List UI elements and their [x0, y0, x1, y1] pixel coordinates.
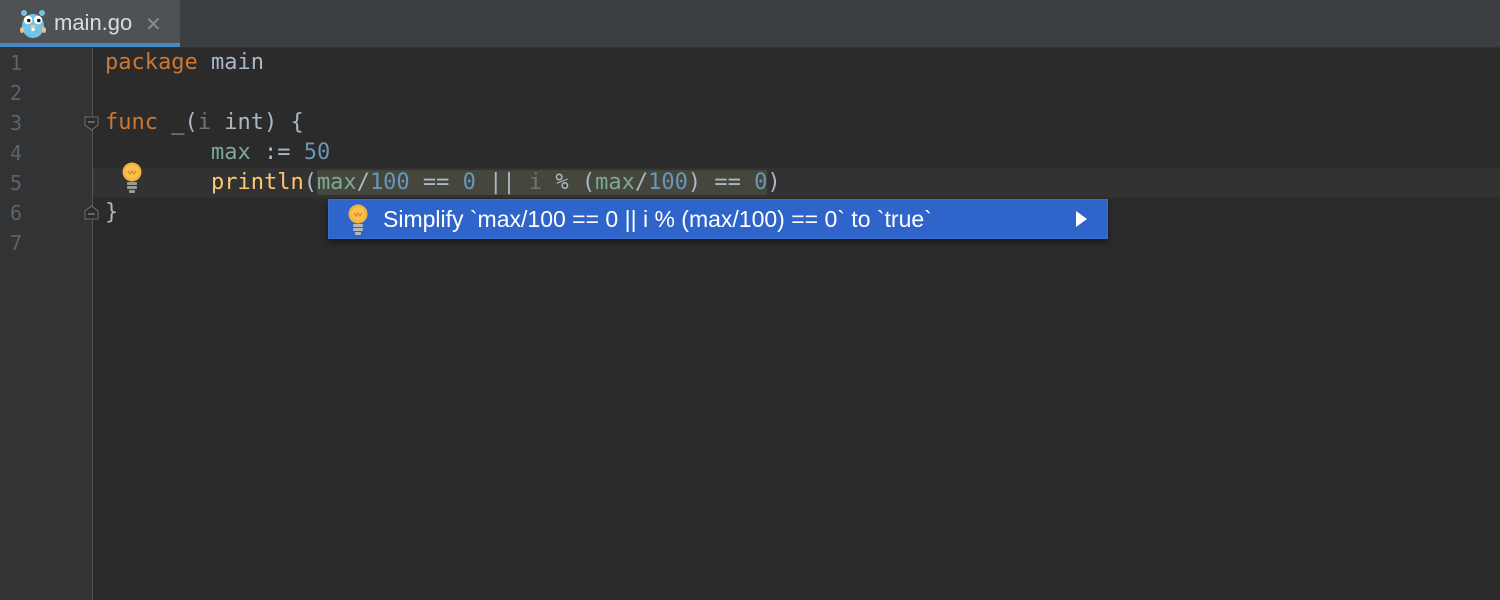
fold-end-icon[interactable]	[84, 205, 99, 220]
code-line-3[interactable]: func _(i int) {	[105, 108, 304, 138]
close-brace: }	[105, 200, 119, 225]
var-max: max	[595, 170, 635, 195]
line-number: 4	[10, 141, 23, 165]
number-literal: 0	[754, 170, 768, 195]
number-literal: 100	[369, 170, 410, 195]
line-number: 6	[10, 201, 23, 225]
line-number: 7	[10, 231, 23, 255]
highlighted-expression[interactable]: max/100 == 0 || i % (max/100) == 0	[316, 170, 768, 195]
operator: ==	[409, 170, 463, 195]
number-literal: 50	[303, 140, 331, 165]
tab-label: main.go	[54, 10, 133, 35]
lightbulb-icon	[348, 204, 368, 235]
operator: ||	[475, 170, 529, 195]
code-line-1[interactable]: package main	[105, 48, 264, 78]
close-paren: )	[767, 170, 781, 195]
keyword-func: func	[105, 110, 158, 135]
line-number: 2	[10, 81, 23, 105]
code-line-4[interactable]: max := 50	[105, 138, 330, 168]
keyword-package: package	[105, 50, 198, 75]
type-int: int	[210, 110, 264, 135]
code-line-5[interactable]: println(max/100 == 0 || i % (max/100) ==…	[105, 168, 781, 198]
operator: /	[634, 170, 649, 195]
func-println: println	[210, 170, 304, 195]
var-max: max	[210, 140, 251, 165]
open-paren: (	[303, 170, 317, 195]
operator: ) ==	[687, 170, 755, 195]
param-i: i	[197, 110, 211, 135]
line-number: 5	[10, 171, 23, 195]
editor-gutter: 1 2 3 4 5 6 7	[0, 48, 93, 600]
gopher-icon	[20, 10, 46, 38]
intention-action-item[interactable]: Simplify `max/100 == 0 || i % (max/100) …	[328, 199, 1108, 239]
number-literal: 100	[648, 170, 688, 195]
func-name: _(	[157, 110, 198, 135]
operator: /	[356, 170, 370, 195]
chevron-right-icon[interactable]	[1076, 211, 1087, 227]
param-i: i	[528, 170, 543, 195]
operator: % (	[542, 170, 596, 195]
close-icon[interactable]: ✕	[145, 11, 162, 37]
intention-label: Simplify `max/100 == 0 || i % (max/100) …	[383, 206, 932, 232]
line-number: 1	[10, 51, 23, 75]
editor-tab-bar: main.go ✕	[0, 0, 1500, 48]
open-brace: ) {	[263, 110, 304, 135]
var-max: max	[316, 170, 357, 195]
fold-collapse-icon[interactable]	[84, 116, 99, 131]
code-line-6[interactable]: }	[105, 198, 118, 228]
package-name: main	[197, 50, 264, 75]
assign-op: :=	[250, 140, 304, 165]
line-number: 3	[10, 111, 23, 135]
number-literal: 0	[462, 170, 476, 195]
tab-main-go[interactable]: main.go ✕	[0, 0, 180, 47]
